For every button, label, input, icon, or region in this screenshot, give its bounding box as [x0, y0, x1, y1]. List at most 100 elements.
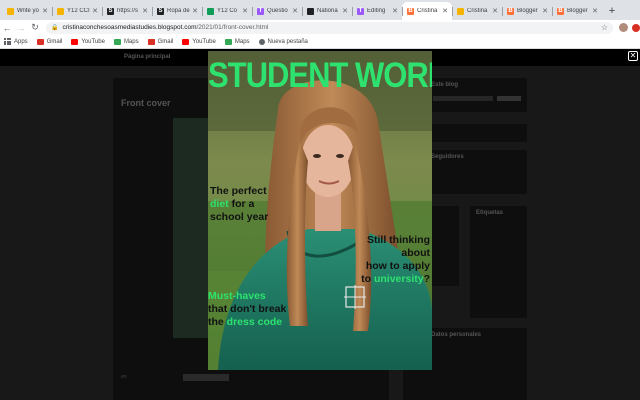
tab-close-icon[interactable]: ✕ — [542, 7, 548, 15]
globe-icon — [258, 38, 265, 45]
bookmark-item[interactable]: YouTube — [71, 38, 105, 45]
headline-line: The perfect — [210, 185, 267, 197]
headline-line: diet for a — [210, 198, 268, 211]
url-host: cristinaconchesoasmediastudies.blogspot.… — [62, 24, 197, 31]
browser-tab[interactable]: Shttps://s ✕ — [102, 2, 152, 20]
youtube-icon — [182, 38, 190, 45]
tab-title: Questio — [267, 8, 288, 14]
headline-highlight: Must-haves — [208, 290, 266, 302]
browser-tab[interactable]: T Questio ✕ — [252, 2, 302, 20]
reload-icon[interactable]: ↻ — [28, 22, 42, 33]
bookmark-label: YouTube — [81, 38, 105, 45]
tab-close-icon[interactable]: ✕ — [442, 7, 448, 15]
forward-arrow-icon[interactable]: → — [14, 23, 28, 33]
magazine-masthead: STUDENT WORLD — [208, 54, 432, 95]
tab-title: Y12 CCI — [67, 8, 90, 14]
tab-favicon-icon — [57, 7, 64, 15]
lock-icon: 🔒 — [50, 25, 59, 31]
apps-icon — [4, 38, 11, 45]
tab-close-icon[interactable]: ✕ — [192, 7, 198, 15]
bookmark-item[interactable]: Maps — [224, 38, 250, 45]
bookmarks-bar: Apps Gmail YouTube Maps Gmail YouTube Maps Nuev… — [0, 35, 640, 49]
tab-favicon-icon: S — [107, 7, 114, 15]
tab-favicon-icon: B — [557, 7, 564, 15]
bookmark-label: Gmail — [46, 38, 63, 45]
close-icon[interactable]: ✕ — [628, 51, 638, 61]
tab-title: Y12 Co — [217, 8, 238, 14]
bookmark-item[interactable]: Gmail — [147, 38, 174, 45]
bookmark-label: Nueva pestaña — [267, 38, 308, 45]
browser-toolbar: ← → ↻ 🔒 cristinaconchesoasmediastudies.b… — [0, 20, 640, 35]
headline-text: to — [361, 273, 374, 285]
tab-favicon-icon: B — [507, 7, 514, 15]
browser-tab[interactable]: Nationa ✕ — [302, 2, 352, 20]
browser-tab[interactable]: B Blogger ✕ — [552, 2, 602, 20]
blog-home-link[interactable]: Página principal — [124, 54, 170, 60]
tab-title: Cristina — [467, 8, 488, 14]
address-bar[interactable]: 🔒 cristinaconchesoasmediastudies.blogspo… — [45, 21, 614, 34]
tab-close-icon[interactable]: ✕ — [142, 7, 148, 15]
tab-close-icon[interactable]: ✕ — [492, 7, 498, 15]
tab-close-icon[interactable]: ✕ — [42, 7, 48, 15]
bookmark-label: Gmail — [157, 38, 174, 45]
bookmark-item[interactable]: Apps — [4, 38, 28, 45]
lightbox-image[interactable]: STUDENT WORLD The perfect diet for a sch… — [208, 51, 432, 370]
browser-tab[interactable]: Cristina ✕ — [452, 2, 502, 20]
profile-avatar[interactable] — [619, 23, 629, 32]
tab-favicon-icon — [457, 7, 464, 15]
tab-title: Nationa — [317, 8, 338, 14]
bookmark-item[interactable]: YouTube — [182, 38, 216, 45]
search-field[interactable] — [433, 96, 493, 101]
headline-line: school year — [210, 211, 269, 223]
bookmark-item[interactable]: Gmail — [36, 38, 63, 45]
bookmark-label: YouTube — [192, 38, 216, 45]
widget-title: Etiquetas — [476, 210, 504, 216]
bookmark-star-icon[interactable]: ☆ — [601, 23, 608, 32]
widget-title: Seguidores — [431, 154, 464, 160]
tab-close-icon[interactable]: ✕ — [392, 7, 398, 15]
browser-tab[interactable]: Write yo ✕ — [2, 2, 52, 20]
browser-tab[interactable]: B Cristina ✕ — [402, 2, 452, 20]
tab-title: Blogger — [517, 8, 538, 14]
tab-favicon-icon: T — [357, 7, 364, 15]
chrome-menu-icon[interactable] — [632, 23, 640, 32]
new-tab-button[interactable]: + — [604, 2, 620, 20]
cover-headline-dress-code: Must-haves that don't break the dress co… — [208, 290, 286, 329]
tab-close-icon[interactable]: ✕ — [592, 7, 598, 15]
headline-line: that don't break — [208, 303, 287, 315]
bookmark-label: Maps — [234, 38, 250, 45]
maps-icon — [113, 38, 121, 45]
tab-close-icon[interactable]: ✕ — [342, 7, 348, 15]
tab-close-icon[interactable]: ✕ — [292, 7, 298, 15]
bookmark-item[interactable]: Maps — [113, 38, 139, 45]
headline-line: about — [401, 247, 430, 259]
search-button[interactable] — [497, 96, 521, 101]
browser-tab[interactable]: S Ropa de ✕ — [152, 2, 202, 20]
cover-headline-university: Still thinking about how to apply to uni… — [361, 234, 430, 286]
headline-line: Still thinking — [367, 234, 430, 246]
bookmark-label: Apps — [14, 38, 28, 45]
post-title: Front cover — [121, 98, 171, 108]
browser-tab[interactable]: T Editing ✕ — [352, 2, 402, 20]
browser-tab[interactable]: Y12 CCI ✕ — [52, 2, 102, 20]
headline-line: how to apply — [365, 260, 430, 272]
widget-title: Datos personales — [431, 332, 482, 338]
headline-highlight: diet — [210, 198, 229, 210]
tab-title: Editing — [367, 8, 386, 14]
browser-tab[interactable]: B Blogger ✕ — [502, 2, 552, 20]
tab-close-icon[interactable]: ✕ — [92, 7, 98, 15]
tab-title: https://s — [117, 8, 139, 14]
back-arrow-icon[interactable]: ← — [0, 23, 14, 33]
bookmark-label: Maps — [123, 38, 139, 45]
widget-title: Este blog — [431, 82, 459, 88]
gmail-icon — [147, 38, 155, 45]
headline-text: for a — [228, 198, 255, 210]
maps-icon — [224, 38, 232, 45]
bookmark-item[interactable]: Nueva pestaña — [258, 38, 308, 45]
post-share-buttons[interactable] — [183, 374, 229, 381]
tab-favicon-icon: S — [157, 7, 164, 15]
tab-close-icon[interactable]: ✕ — [242, 7, 248, 15]
url-path: /2021/01/front-cover.html — [196, 24, 269, 31]
post-footer-label: en — [121, 374, 127, 380]
browser-tab[interactable]: Y12 Co ✕ — [202, 2, 252, 20]
